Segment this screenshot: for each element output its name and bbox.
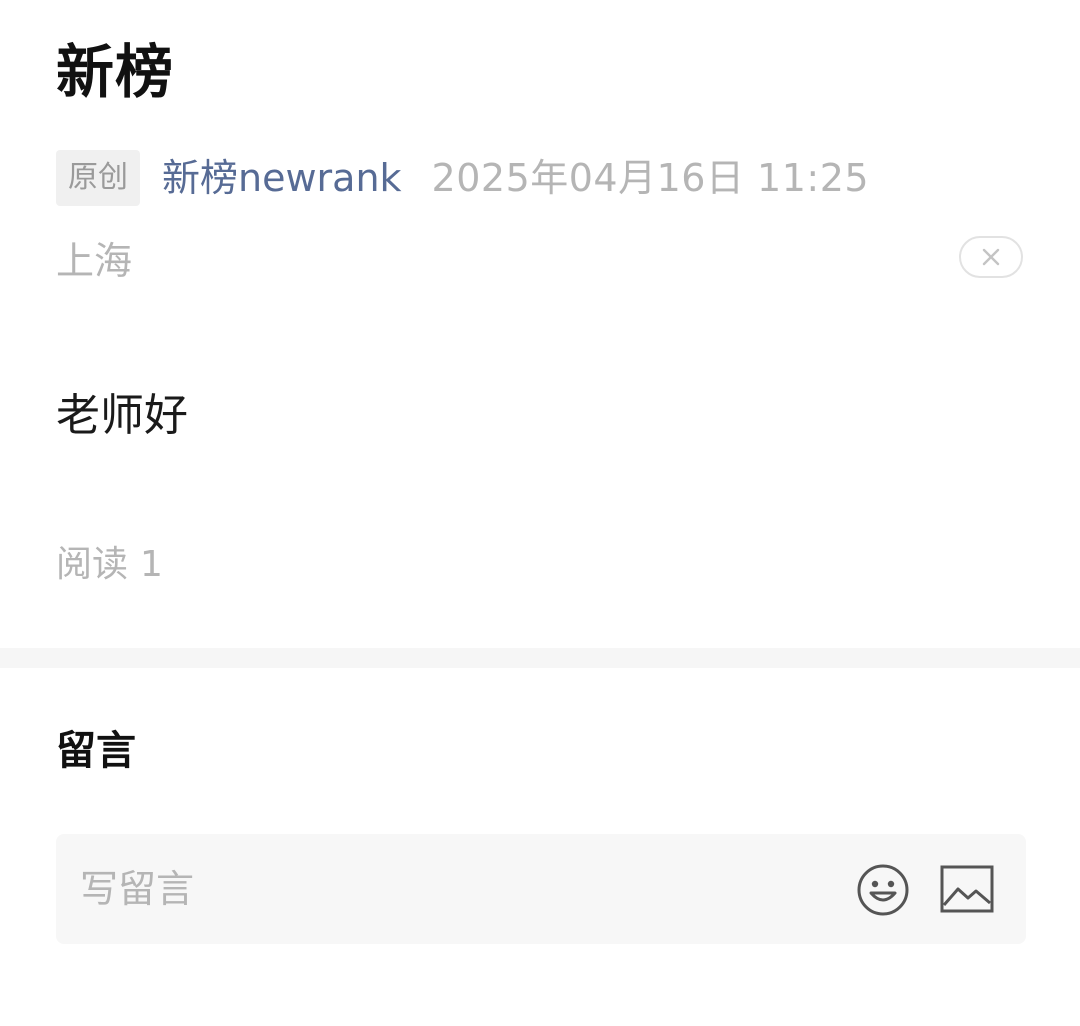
close-icon [982,248,1000,266]
image-icon[interactable] [940,865,994,913]
publish-location: 上海 [56,239,133,283]
comment-input[interactable]: 写留言 [56,834,1026,944]
article-body: 老师好 [56,390,188,441]
author-link[interactable]: 新榜newrank [162,150,402,206]
publish-datetime: 2025年04月16日 11:25 [431,156,870,200]
read-count-value: 1 [140,544,163,585]
emoji-icon[interactable] [856,863,910,917]
read-count-label: 阅读 [56,544,129,585]
section-divider [0,648,1080,668]
comments-heading: 留言 [56,728,136,774]
original-badge: 原创 [56,150,140,206]
read-count: 阅读 1 [56,540,163,590]
article-title: 新榜 [56,38,175,106]
comment-placeholder: 写留言 [80,867,195,911]
close-button[interactable] [959,236,1023,278]
article-meta: 原创 新榜newrank 2025年04月16日 11:25 [56,150,869,206]
